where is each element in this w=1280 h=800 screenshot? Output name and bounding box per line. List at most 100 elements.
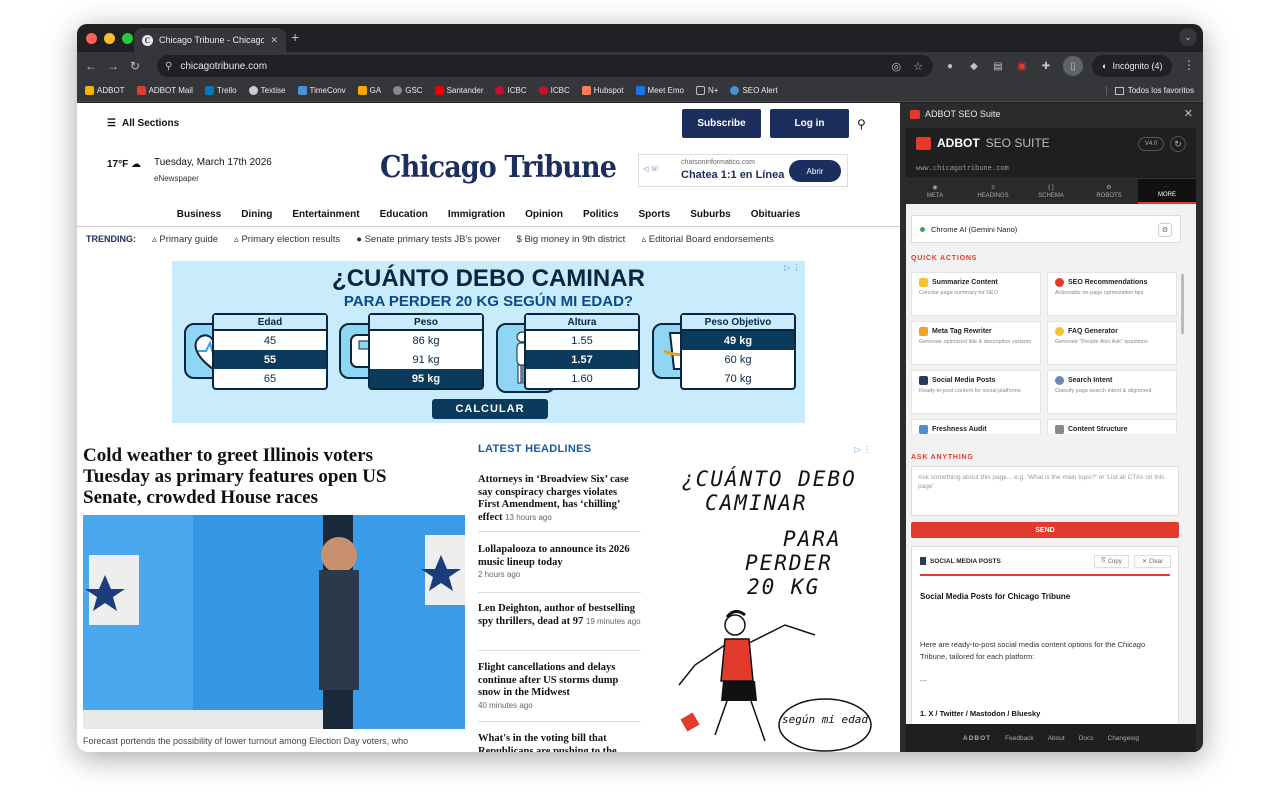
adbot-extension-icon[interactable]: ▣ — [1015, 59, 1029, 73]
nav-entertainment[interactable]: Entertainment — [292, 209, 359, 220]
tab-robots[interactable]: ⚙ ROBOTS — [1080, 179, 1138, 204]
nav-suburbs[interactable]: Suburbs — [690, 209, 731, 220]
adchoices-icon[interactable]: ▷ ⋮ — [855, 445, 871, 454]
trending-link[interactable]: ▵ Editorial Board endorsements — [641, 234, 774, 245]
close-icon[interactable]: ✕ — [1184, 107, 1193, 120]
extension-1-icon[interactable]: ● — [943, 59, 957, 73]
action-faq-generator[interactable]: FAQ Generator Generate "People Also Ask" … — [1047, 321, 1177, 365]
tab-more[interactable]: ··· MORE — [1138, 179, 1196, 204]
action-freshness-audit[interactable]: Freshness Audit — [911, 419, 1041, 434]
bookmark-item[interactable]: ICBC — [538, 86, 570, 95]
tab-schema[interactable]: { } SCHEMA — [1022, 179, 1080, 204]
action-seo-recommendations[interactable]: SEO Recommendations Actionable on-page op… — [1047, 272, 1177, 316]
clear-button[interactable]: ✕ Clear — [1134, 555, 1171, 568]
all-bookmarks-button[interactable]: Todos los favoritos — [1105, 86, 1194, 95]
tab-close-icon[interactable]: ✕ — [270, 35, 278, 46]
chat-ad-button[interactable]: Abrir — [789, 160, 841, 182]
reload-button[interactable]: ↻ — [124, 59, 146, 73]
subscribe-button[interactable]: Subscribe — [682, 109, 761, 138]
bookmark-item[interactable]: TimeConv — [297, 86, 346, 95]
nav-immigration[interactable]: Immigration — [448, 209, 505, 220]
walking-ad-sidebar[interactable]: ▷ ⋮ ¿CUÁNTO DEBO CAMINAR PARA PERDER 20 … — [675, 445, 873, 752]
address-bar[interactable]: ⚲ chicagotribune.com ◎ ☆ — [157, 55, 933, 77]
footer-changelog-link[interactable]: Changelog — [1108, 735, 1139, 742]
back-button[interactable]: ← — [80, 59, 102, 73]
ask-input[interactable]: Ask something about this page... e.g. 'W… — [911, 466, 1179, 516]
all-sections-button[interactable]: ☰ All Sections — [107, 118, 179, 129]
action-search-intent[interactable]: Search Intent Classify page search intent… — [1047, 370, 1177, 414]
bookmark-item[interactable]: Textise — [248, 86, 286, 95]
latest-story[interactable]: Len Deighton, author of bestselling spy … — [478, 603, 641, 628]
enewspaper-link[interactable]: eNewspaper — [154, 174, 199, 183]
footer-feedback-link[interactable]: Feedback — [1005, 735, 1034, 742]
nav-obituaries[interactable]: Obituaries — [751, 209, 800, 220]
tab-search-button[interactable]: ⌄ — [1179, 28, 1197, 46]
eye-off-icon[interactable]: ◎ — [892, 60, 902, 73]
bookmark-item[interactable]: GSC — [393, 86, 423, 95]
ad-calculate-button[interactable]: CALCULAR — [432, 399, 548, 419]
bookmark-item[interactable]: SEO Alert — [730, 86, 778, 95]
latest-story[interactable]: Lollapalooza to announce its 2026 music … — [478, 544, 641, 582]
bookmark-item[interactable]: GA — [357, 86, 381, 95]
main-story-photo[interactable] — [83, 515, 465, 729]
settings-gear-icon[interactable]: ⚙ — [1158, 223, 1172, 237]
close-window-button[interactable] — [86, 32, 97, 44]
nav-business[interactable]: Business — [177, 209, 221, 220]
bookmark-item[interactable]: Hubspot — [581, 86, 624, 95]
forward-button[interactable]: → — [102, 59, 124, 73]
nav-opinion[interactable]: Opinion — [525, 209, 563, 220]
side-panel-icon[interactable]: ▯ — [1063, 56, 1083, 76]
minimize-window-button[interactable] — [104, 32, 115, 44]
trending-link[interactable]: ● Senate primary tests JB's power — [356, 234, 500, 245]
maximize-window-button[interactable] — [122, 32, 133, 44]
trending-link[interactable]: $ Big money in 9th district — [517, 234, 626, 245]
bookmark-item[interactable]: ADBOT — [85, 86, 125, 95]
quick-actions-scrollbar[interactable] — [1181, 274, 1184, 334]
footer-brand: ADBOT — [963, 734, 992, 742]
nav-sports[interactable]: Sports — [639, 209, 671, 220]
adchoices-icon[interactable]: ▷ ⋮ — [784, 263, 800, 272]
footer-about-link[interactable]: About — [1048, 735, 1065, 742]
bookmark-star-icon[interactable]: ☆ — [913, 60, 923, 73]
site-logo[interactable]: Chicago Tribune — [380, 150, 617, 185]
weather-temperature[interactable]: 17°F ☁ — [107, 159, 141, 170]
tab-meta[interactable]: ◉ META — [906, 179, 964, 204]
ai-model-selector[interactable]: Chrome AI (Gemini Nano) ⚙ — [911, 215, 1181, 243]
refresh-icon[interactable]: ↻ — [1170, 136, 1186, 152]
site-info-icon[interactable]: ⚲ — [165, 61, 172, 72]
extension-3-icon[interactable]: ▤ — [991, 59, 1005, 73]
latest-story[interactable]: Attorneys in ‘Broadview Six’ case say co… — [478, 474, 641, 524]
tab-headings[interactable]: ≡ HEADINGS — [964, 179, 1022, 204]
chat-ad-banner[interactable]: ◁ ☏ chatsoninformatico.com Chatea 1:1 en… — [638, 154, 848, 187]
bookmark-item[interactable]: Trello — [204, 86, 237, 95]
bookmark-item[interactable]: ADBOT Mail — [136, 86, 193, 95]
bookmark-item[interactable]: Santander — [434, 86, 483, 95]
main-headline[interactable]: Cold weather to greet Illinois voters Tu… — [83, 445, 443, 508]
nav-dining[interactable]: Dining — [241, 209, 272, 220]
browser-menu-icon[interactable]: ⋮ — [1183, 58, 1195, 72]
copy-button[interactable]: ⎘ Copy — [1094, 555, 1129, 568]
bookmark-item[interactable]: ICBC — [495, 86, 527, 95]
trending-link[interactable]: ▵ Primary guide — [152, 234, 218, 245]
browser-tab[interactable]: C Chicago Tribune - Chicago N ✕ — [134, 28, 286, 52]
login-button[interactable]: Log in — [770, 109, 849, 138]
action-summarize[interactable]: Summarize Content Concise page summary fo… — [911, 272, 1041, 316]
send-button[interactable]: SEND — [911, 522, 1179, 538]
nav-politics[interactable]: Politics — [583, 209, 619, 220]
bookmark-item[interactable]: Meet Emo — [635, 86, 684, 95]
nav-education[interactable]: Education — [380, 209, 428, 220]
footer-docs-link[interactable]: Docs — [1079, 735, 1094, 742]
incognito-indicator[interactable]: ◐ Incógnito (4) — [1092, 55, 1173, 77]
bookmark-item[interactable]: N+ — [696, 86, 718, 95]
action-meta-tag-rewriter[interactable]: Meta Tag Rewriter Generate optimized titl… — [911, 321, 1041, 365]
action-content-structure[interactable]: Content Structure — [1047, 419, 1177, 434]
latest-story[interactable]: Flight cancellations and delays continue… — [478, 662, 641, 712]
action-social-media-posts[interactable]: Social Media Posts Ready-to-post content … — [911, 370, 1041, 414]
new-tab-button[interactable]: + — [291, 29, 299, 45]
search-icon[interactable]: ⚲ — [857, 117, 866, 131]
latest-story[interactable]: What's in the voting bill that Republica… — [478, 733, 641, 752]
trending-link[interactable]: ▵ Primary election results — [234, 234, 340, 245]
extension-2-icon[interactable]: ◆ — [967, 59, 981, 73]
walking-ad-banner[interactable]: ¿CUÁNTO DEBO CAMINAR PARA PERDER 20 KG S… — [172, 261, 805, 423]
puzzle-icon[interactable]: ✚ — [1039, 59, 1053, 73]
